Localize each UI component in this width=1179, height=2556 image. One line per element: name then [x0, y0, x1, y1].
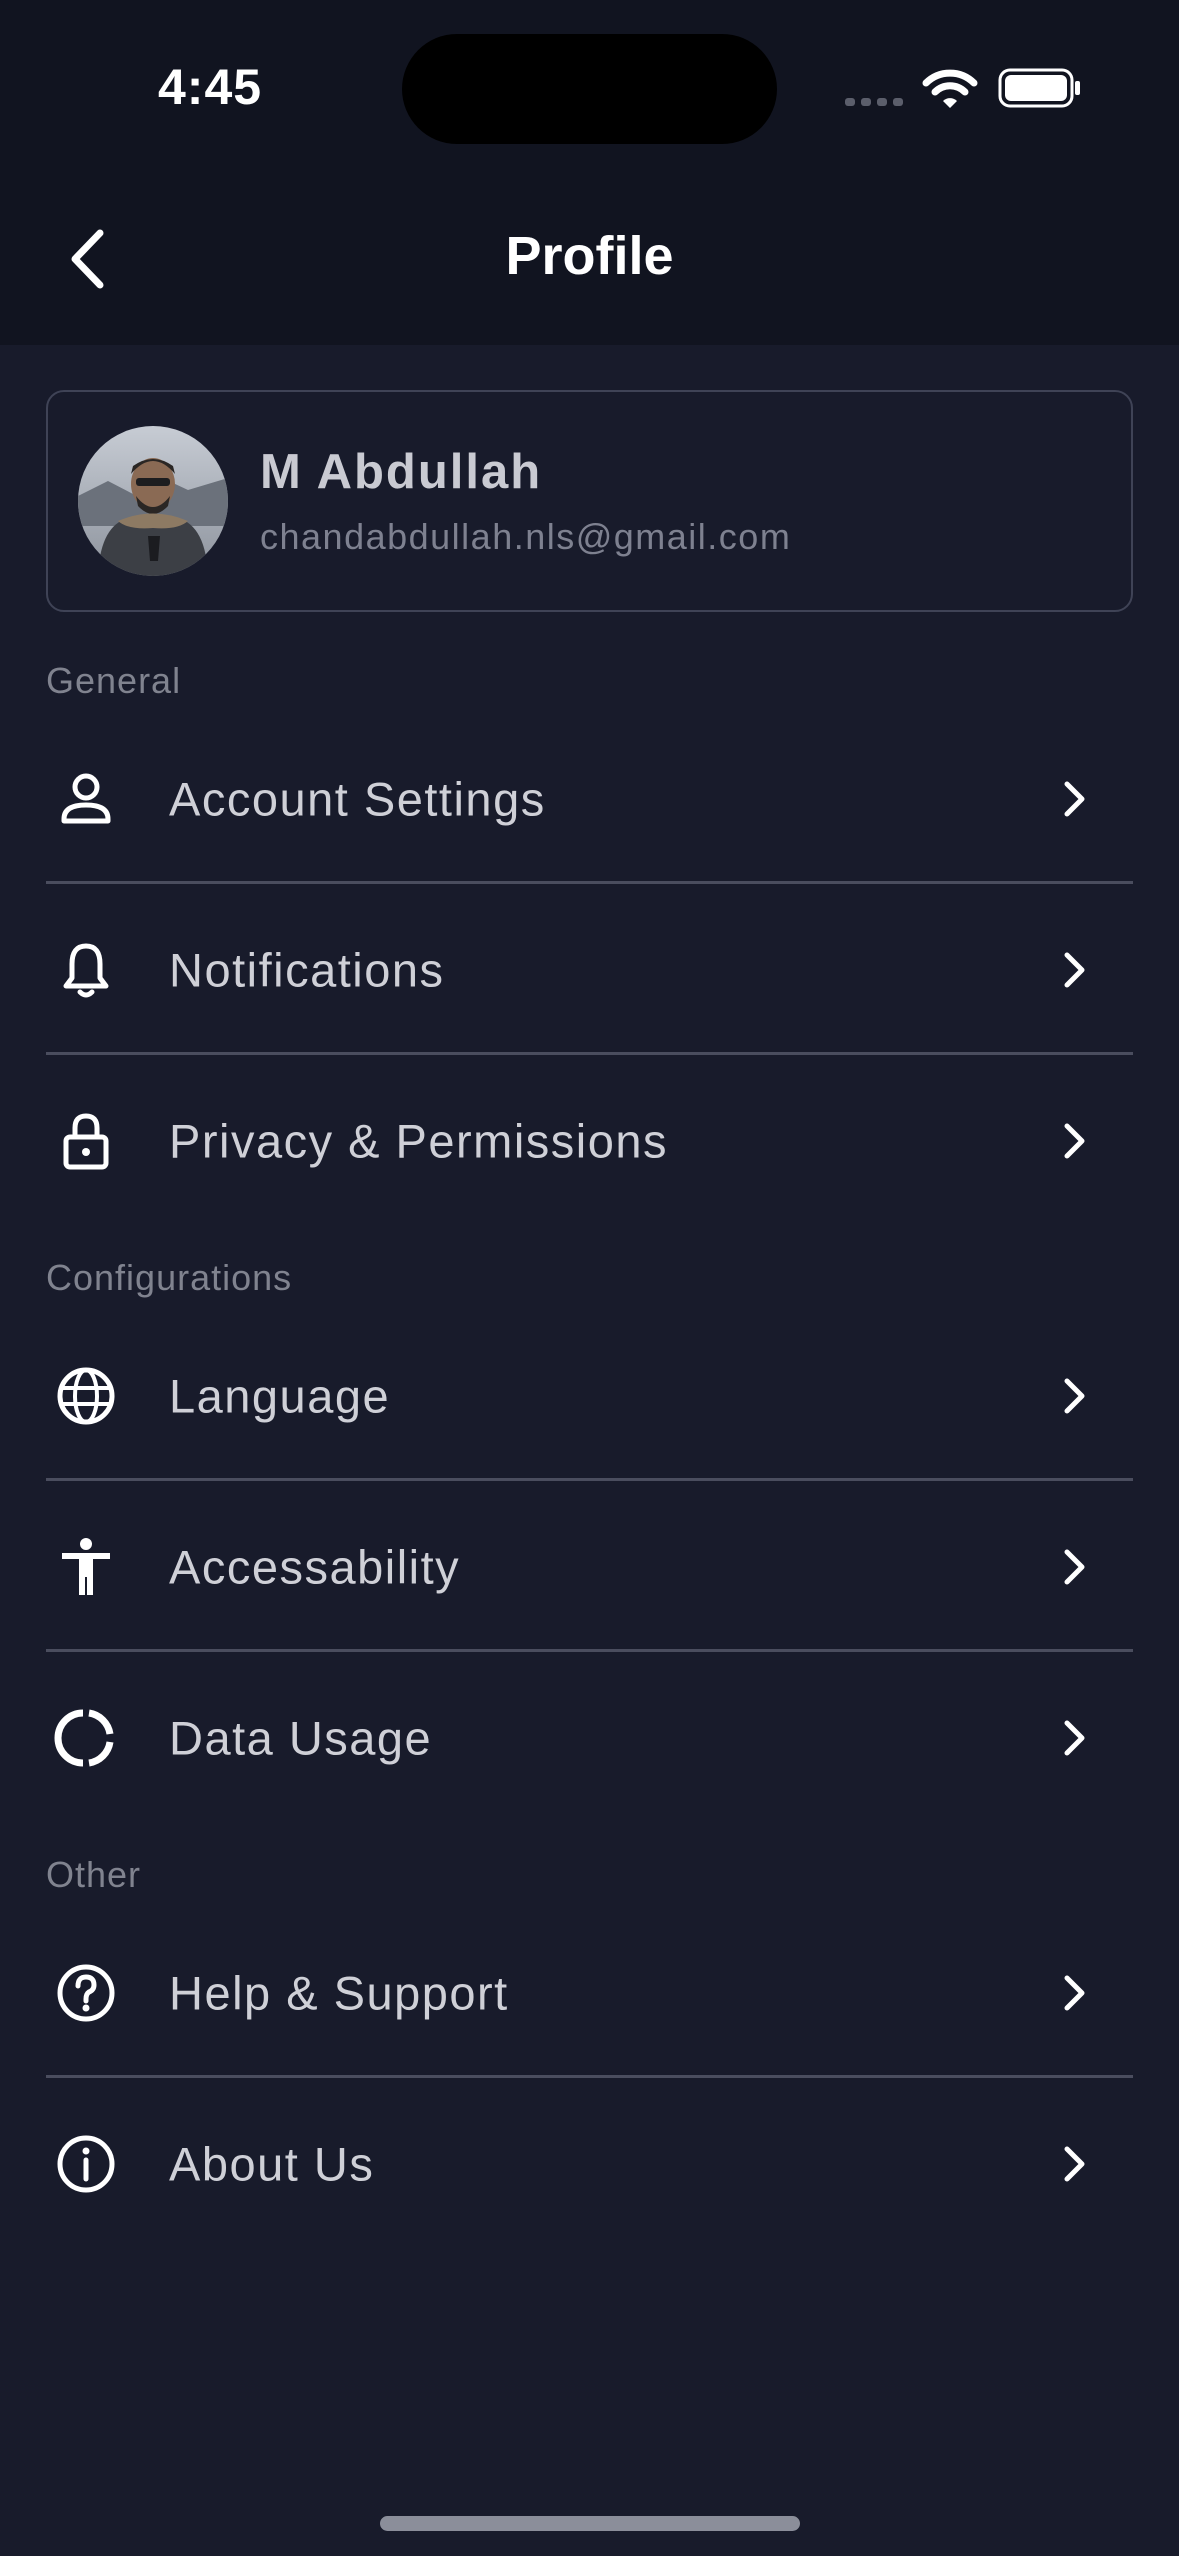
profile-card[interactable]: M Abdullah chandabdullah.nls@gmail.com: [46, 390, 1133, 612]
profile-name: M Abdullah: [260, 445, 543, 499]
chevron-right-icon: [1064, 2146, 1085, 2182]
chevron-right-icon: [1064, 1975, 1085, 2011]
globe-icon: [57, 1367, 115, 1425]
person-icon: [61, 773, 111, 824]
chevron-right-icon: [1064, 1123, 1085, 1159]
menu-item-notifications[interactable]: Notifications: [46, 885, 1133, 1055]
menu-item-label: Language: [169, 1369, 391, 1423]
menu-item-label: Accessability: [169, 1540, 461, 1594]
section-label-general: General: [46, 660, 182, 701]
chevron-right-icon: [1064, 781, 1085, 817]
menu-item-label: Data Usage: [169, 1711, 433, 1765]
top-bar: 4:45 Profile: [0, 0, 1179, 345]
status-time: 4:45: [158, 59, 263, 115]
chevron-right-icon: [1064, 952, 1085, 988]
avatar: [78, 426, 228, 576]
chevron-right-icon: [1064, 1549, 1085, 1585]
menu-item-label: Account Settings: [169, 772, 546, 826]
menu-item-label: Privacy & Permissions: [169, 1114, 668, 1168]
profile-email: chandabdullah.nls@gmail.com: [260, 516, 792, 557]
menu-item-about-us[interactable]: About Us: [46, 2079, 1133, 2249]
section-label-other: Other: [46, 1854, 142, 1895]
page-title: Profile: [505, 226, 674, 286]
data-usage-icon: [54, 1709, 114, 1767]
bell-icon: [63, 943, 109, 998]
info-icon: [57, 2135, 115, 2193]
chevron-right-icon: [1064, 1720, 1085, 1756]
menu-item-account-settings[interactable]: Account Settings: [46, 714, 1133, 884]
menu-item-label: About Us: [169, 2137, 375, 2191]
menu-item-language[interactable]: Language: [46, 1311, 1133, 1481]
lock-icon: [63, 1113, 109, 1170]
menu-item-privacy-permissions[interactable]: Privacy & Permissions: [46, 1056, 1133, 1226]
help-icon: [57, 1964, 115, 2022]
accessibility-icon: [62, 1538, 110, 1595]
dynamic-island: [402, 34, 777, 144]
chevron-right-icon: [1064, 1378, 1085, 1414]
menu-item-label: Notifications: [169, 943, 445, 997]
section-label-configurations: Configurations: [46, 1257, 293, 1298]
menu-item-label: Help & Support: [169, 1966, 509, 2020]
battery-icon: [998, 68, 1080, 108]
menu-item-accessability[interactable]: Accessability: [46, 1482, 1133, 1652]
signal-icon: [845, 98, 903, 106]
menu-item-help-support[interactable]: Help & Support: [46, 1908, 1133, 2078]
menu-item-data-usage[interactable]: Data Usage: [46, 1653, 1133, 1823]
wifi-icon: [922, 69, 978, 108]
home-indicator[interactable]: [380, 2516, 800, 2531]
